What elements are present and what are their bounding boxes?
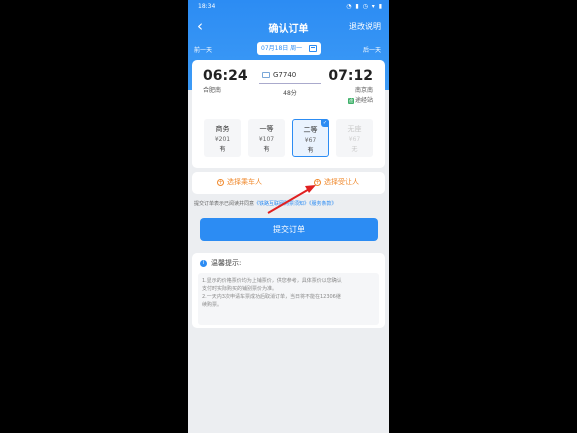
tips-card: i 温馨提示: 1.显示的价格票价均为上铺票价，供您参考，具体票价以您确认 支付时… <box>192 253 385 328</box>
next-day-button[interactable]: 后一天 <box>363 45 381 54</box>
previous-day-button[interactable]: 前一天 <box>194 45 212 54</box>
departure-time: 06:24 <box>203 68 248 84</box>
choose-transferee-label: 选择受让人 <box>324 178 359 186</box>
departure-station: 合肥南 <box>203 87 222 94</box>
seat-price: ¥67 <box>304 137 317 144</box>
choose-transferee-button[interactable]: + 选择受让人 <box>314 177 359 187</box>
selected-check-icon: ✓ <box>321 119 329 127</box>
via-badge-icon: 途 <box>347 97 354 104</box>
choose-passenger-label: 选择乘车人 <box>227 178 262 186</box>
via-stations-link[interactable]: 途途经站 <box>347 95 373 104</box>
refund-policy-link[interactable]: 退改说明 <box>349 21 381 32</box>
terms-link[interactable]: 《服务条款》 <box>309 201 337 207</box>
agreement-prefix: 提交订单表示已阅读并同意 <box>194 201 255 207</box>
trip-duration: 48分 <box>283 90 297 97</box>
tips-title: 温馨提示: <box>211 259 242 267</box>
date-bar: 前一天 07月18日 周一 后一天 <box>188 42 389 56</box>
submit-order-button[interactable]: 提交订单 <box>200 218 378 241</box>
seat-second-class[interactable]: ✓ 二等 ¥67 有 <box>292 119 329 157</box>
train-number: G7740 <box>262 71 317 79</box>
route-line <box>259 83 321 84</box>
arrival-station: 南京南 <box>354 87 373 94</box>
train-icon <box>262 72 270 78</box>
arrival-time: 07:12 <box>328 68 373 84</box>
add-icon: + <box>217 178 224 186</box>
status-icons: ◔ ▮ ◷ ▾ ▮ <box>346 3 383 10</box>
seat-price: ¥67 <box>348 136 361 143</box>
seat-name: 一等 <box>259 125 274 133</box>
seat-price: ¥201 <box>214 136 231 143</box>
tip-line: 2.一天内3次申请车票成功后取消订单，当日将不能在12306继 <box>202 294 341 300</box>
seat-business[interactable]: 商务 ¥201 有 <box>204 119 241 157</box>
seat-no-seat[interactable]: 无座 ¥67 无 <box>336 119 373 157</box>
agreement-text: 提交订单表示已阅读并同意《铁路互联网购票须知》《服务条款》 <box>194 200 389 207</box>
add-icon: + <box>314 178 321 186</box>
status-bar: 18:34 ◔ ▮ ◷ ▾ ▮ <box>188 0 389 14</box>
seat-availability: 有 <box>219 146 226 153</box>
train-number-text: G7740 <box>273 71 297 79</box>
phone-screen: 18:34 ◔ ▮ ◷ ▾ ▮ ‹ 确认订单 退改说明 前一天 07月18日 周… <box>188 0 389 433</box>
train-card: 06:24 合肥南 G7740 48分 07:12 南京南 途途经站 商务 ¥2… <box>192 60 385 168</box>
tips-body: 1.显示的价格票价均为上铺票价，供您参考，具体票价以您确认 支付时实际购买的铺别… <box>198 273 379 325</box>
tip-line: 支付时实际购买的铺别票价为准。 <box>202 286 278 292</box>
purchase-notice-link[interactable]: 《铁路互联网购票须知》 <box>254 201 309 207</box>
via-stations-label: 途经站 <box>354 97 373 104</box>
seat-name: 无座 <box>347 125 362 133</box>
tip-line: 1.显示的价格票价均为上铺票价，供您参考，具体票价以您确认 <box>202 278 342 284</box>
info-icon: i <box>200 259 207 267</box>
tip-line: 续购票。 <box>202 302 223 308</box>
calendar-icon <box>309 45 317 52</box>
tips-heading: i 温馨提示: <box>200 258 241 268</box>
seat-options: 商务 ¥201 有 一等 ¥107 有 ✓ 二等 ¥67 有 无座 ¥67 无 <box>204 119 374 159</box>
seat-availability: 有 <box>263 146 270 153</box>
seat-price: ¥107 <box>258 136 275 143</box>
date-picker[interactable]: 07月18日 周一 <box>257 42 321 55</box>
date-value: 07月18日 周一 <box>261 45 303 52</box>
status-time: 18:34 <box>198 3 216 10</box>
nav-bar: ‹ 确认订单 退改说明 <box>188 16 389 38</box>
seat-first-class[interactable]: 一等 ¥107 有 <box>248 119 285 157</box>
passenger-card: + 选择乘车人 + 选择受让人 <box>192 172 385 194</box>
seat-name: 商务 <box>215 125 230 133</box>
choose-passenger-button[interactable]: + 选择乘车人 <box>217 177 262 187</box>
seat-availability: 有 <box>307 147 314 154</box>
seat-availability: 无 <box>351 146 358 153</box>
